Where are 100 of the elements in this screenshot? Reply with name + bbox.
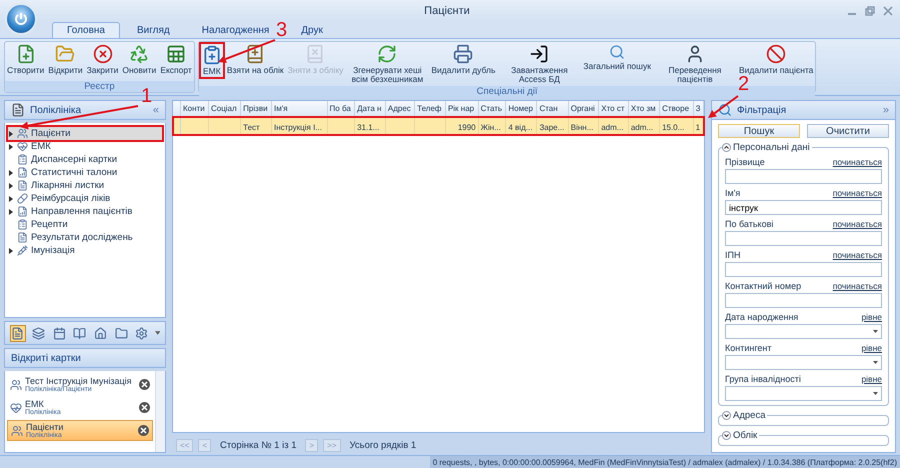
ribbon-button[interactable]: Взяти на облік	[224, 42, 286, 77]
module-button[interactable]	[134, 324, 150, 342]
collapse-icon[interactable]	[722, 143, 731, 152]
panel-title: Відкриті картки	[11, 352, 82, 364]
folder-icon	[55, 44, 76, 64]
ribbon-tab[interactable]: Головна	[52, 22, 120, 38]
report-icon	[17, 206, 28, 217]
restore-icon[interactable]	[864, 6, 876, 16]
tree-item[interactable]: Імунізація	[8, 244, 162, 257]
dropdown-field[interactable]	[725, 355, 882, 370]
ribbon-button[interactable]: Видалити дубль	[429, 42, 498, 77]
match-mode-link[interactable]: рівне	[861, 374, 882, 384]
input-field[interactable]	[725, 262, 882, 277]
row-count: Усього рядків 1	[350, 440, 416, 450]
ribbon-button[interactable]: ЕМК	[198, 42, 225, 79]
table-cell: Інструкція І...	[272, 117, 328, 135]
ribbon-button[interactable]: Переведення пацієнтів	[652, 42, 737, 86]
module-button[interactable]	[30, 324, 46, 342]
input-field[interactable]	[725, 293, 882, 308]
close-icon	[92, 44, 112, 64]
clipboard-icon	[17, 219, 28, 230]
input-field[interactable]	[725, 169, 882, 184]
match-mode-link[interactable]: рівне	[861, 343, 882, 353]
ban-icon	[766, 44, 786, 64]
tree-item[interactable]: Рецепти	[8, 218, 162, 231]
tree-item[interactable]: Статистичні талони	[8, 166, 162, 179]
expander-icon[interactable]	[8, 130, 14, 136]
close-button[interactable]	[139, 402, 150, 413]
module-button[interactable]	[10, 324, 26, 342]
ribbon-button[interactable]: Видалити пацієнта	[736, 42, 816, 77]
tree-item[interactable]: Реімбурсація ліків	[8, 192, 162, 205]
match-mode-link[interactable]: рівне	[861, 312, 882, 322]
expand-icon[interactable]	[722, 431, 731, 440]
ribbon-button[interactable]: Згенерувати хеші всім безхешникам	[345, 42, 430, 86]
expander-icon[interactable]	[8, 248, 14, 254]
module-button[interactable]	[51, 324, 67, 342]
clear-button[interactable]: Очистити	[807, 124, 889, 138]
field-label: Контингент	[725, 343, 772, 353]
field-label: Дата народження	[725, 312, 798, 322]
clipboard-icon	[17, 154, 28, 165]
spreadsheet-icon	[166, 44, 186, 64]
scrollbar[interactable]	[155, 371, 165, 452]
dropdown-field[interactable]	[725, 386, 882, 401]
heart-icon	[10, 402, 22, 414]
table-cell: adm...	[599, 117, 629, 135]
annotation-arrow	[218, 39, 276, 63]
section-title: Персональні дані	[733, 142, 810, 153]
ribbon-button[interactable]: Закрити	[84, 42, 120, 77]
tree-item[interactable]: ЕМК	[8, 140, 162, 153]
close-button[interactable]	[139, 379, 150, 390]
input-field[interactable]: інструк	[725, 200, 882, 215]
ribbon-button[interactable]: Відкрити	[46, 42, 85, 77]
ribbon-button[interactable]: Загальний пошук	[581, 42, 653, 73]
clipboard-icon	[202, 45, 222, 65]
table-row[interactable]: Тест Інструкція І... 31.1... 1990 Жін... 4 від... Заре... Вінн... adm... adm... 15.0... 1	[173, 117, 704, 135]
ribbon-button[interactable]: Оновити	[120, 42, 158, 77]
tree-item[interactable]: Направлення пацієнтів	[8, 205, 162, 218]
status-text: 0 requests, , bytes, 0:00:00:00.0059964, MedFin (MedFinVinnytsiaTest) / admalex (admalex) / 1.0.34.386 (Платформа: 2.0.25(hf2)	[430, 456, 900, 468]
expander-icon[interactable]	[8, 196, 14, 202]
card-title: Тест Інструкція Імунізація	[25, 376, 133, 386]
ribbon-tab[interactable]: Вигляд	[122, 22, 185, 38]
section-title: Облік	[733, 430, 758, 441]
tree-item[interactable]: Результати досліджень	[8, 231, 162, 244]
expander-icon[interactable]	[8, 170, 14, 176]
ribbon-button[interactable]: Завантаження Access БД	[497, 42, 582, 86]
ribbon-button[interactable]: Експорт	[158, 42, 194, 77]
match-mode-link[interactable]: починається	[832, 157, 882, 167]
match-mode-link[interactable]: починається	[832, 281, 882, 291]
close-icon[interactable]	[882, 6, 894, 16]
field-label: Прізвище	[725, 157, 765, 167]
table-cell: Вінн...	[568, 117, 600, 135]
ribbon-button[interactable]: Створити	[5, 42, 46, 77]
syringe-icon	[17, 245, 28, 256]
tree-item[interactable]: Лікарняні листки	[8, 179, 162, 192]
tree-item[interactable]: Диспансерні картки	[8, 153, 162, 166]
close-button[interactable]	[138, 425, 149, 436]
caret-icon[interactable]	[154, 331, 160, 335]
document-icon	[17, 232, 28, 243]
expander-icon[interactable]	[8, 144, 14, 150]
expand-icon[interactable]	[722, 411, 731, 420]
input-field[interactable]	[725, 231, 882, 246]
tree-item[interactable]: Пацієнти	[8, 127, 162, 140]
expander-icon[interactable]	[8, 182, 14, 188]
refresh-icon	[377, 44, 398, 64]
match-mode-link[interactable]: починається	[832, 219, 882, 229]
table-cell: 15.0...	[660, 117, 694, 135]
expander-icon[interactable]	[8, 208, 14, 214]
caret-icon	[873, 361, 878, 364]
table-cell: 4 від...	[506, 117, 538, 135]
new-file-icon	[16, 44, 36, 64]
dropdown-field[interactable]	[725, 324, 882, 339]
ribbon-tab[interactable]: Друк	[286, 22, 338, 38]
annotation-number: 3	[276, 20, 288, 40]
search-button[interactable]: Пошук	[718, 124, 800, 138]
match-mode-link[interactable]: починається	[832, 250, 882, 260]
power-icon	[14, 12, 28, 26]
people-icon	[10, 378, 22, 390]
caret-icon	[873, 330, 878, 333]
match-mode-link[interactable]: починається	[832, 188, 882, 198]
module-button[interactable]	[92, 324, 108, 342]
